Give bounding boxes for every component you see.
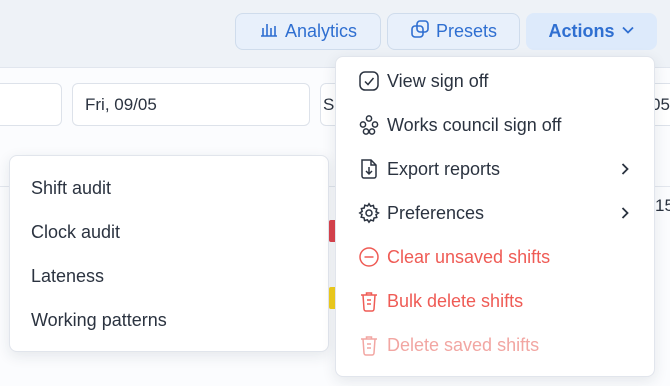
actions-label: Actions	[548, 21, 615, 41]
bar-chart-icon	[259, 19, 279, 44]
menu-item-working-patterns[interactable]: Working patterns	[31, 310, 167, 331]
day-number: 15	[655, 196, 670, 215]
menu-item-lateness[interactable]: Lateness	[31, 266, 104, 287]
chevron-right-icon	[618, 206, 632, 220]
people-group-icon	[358, 114, 380, 136]
menu-item-shift-audit[interactable]: Shift audit	[31, 178, 111, 199]
analytics-label: Analytics	[284, 21, 358, 41]
presets-button[interactable]: Presets	[387, 13, 520, 50]
menu-item-bulk-delete-shifts[interactable]: Bulk delete shifts	[336, 279, 656, 323]
date-label: Fri, 09/05	[85, 94, 157, 114]
actions-button[interactable]: Actions	[526, 13, 657, 50]
file-download-icon	[358, 158, 380, 180]
minus-circle-icon	[358, 246, 380, 268]
chevron-right-icon	[618, 162, 632, 176]
chevron-down-icon	[621, 21, 635, 42]
check-square-icon	[358, 70, 380, 92]
reports-menu: Shift audit Clock audit Lateness Working…	[9, 155, 329, 352]
menu-item-export-reports[interactable]: Export reports	[336, 147, 656, 191]
actions-menu: View sign off Works council sign off Exp…	[335, 56, 655, 377]
menu-item-works-council-sign-off[interactable]: Works council sign off	[336, 103, 656, 147]
trash-icon	[358, 290, 380, 312]
gear-icon	[358, 202, 380, 224]
date-cell[interactable]	[0, 83, 62, 126]
analytics-button[interactable]: Analytics	[235, 13, 381, 50]
menu-item-delete-saved-shifts[interactable]: Delete saved shifts	[336, 323, 656, 367]
menu-item-preferences[interactable]: Preferences	[336, 191, 656, 235]
presets-icon	[410, 19, 430, 44]
date-cell[interactable]: Fri, 09/05	[72, 83, 310, 126]
date-label-partial: S	[323, 94, 335, 114]
menu-item-clear-unsaved-shifts[interactable]: Clear unsaved shifts	[336, 235, 656, 279]
menu-item-view-sign-off[interactable]: View sign off	[336, 59, 656, 103]
presets-label: Presets	[435, 21, 498, 41]
trash-icon	[358, 334, 380, 356]
menu-item-clock-audit[interactable]: Clock audit	[31, 222, 120, 243]
